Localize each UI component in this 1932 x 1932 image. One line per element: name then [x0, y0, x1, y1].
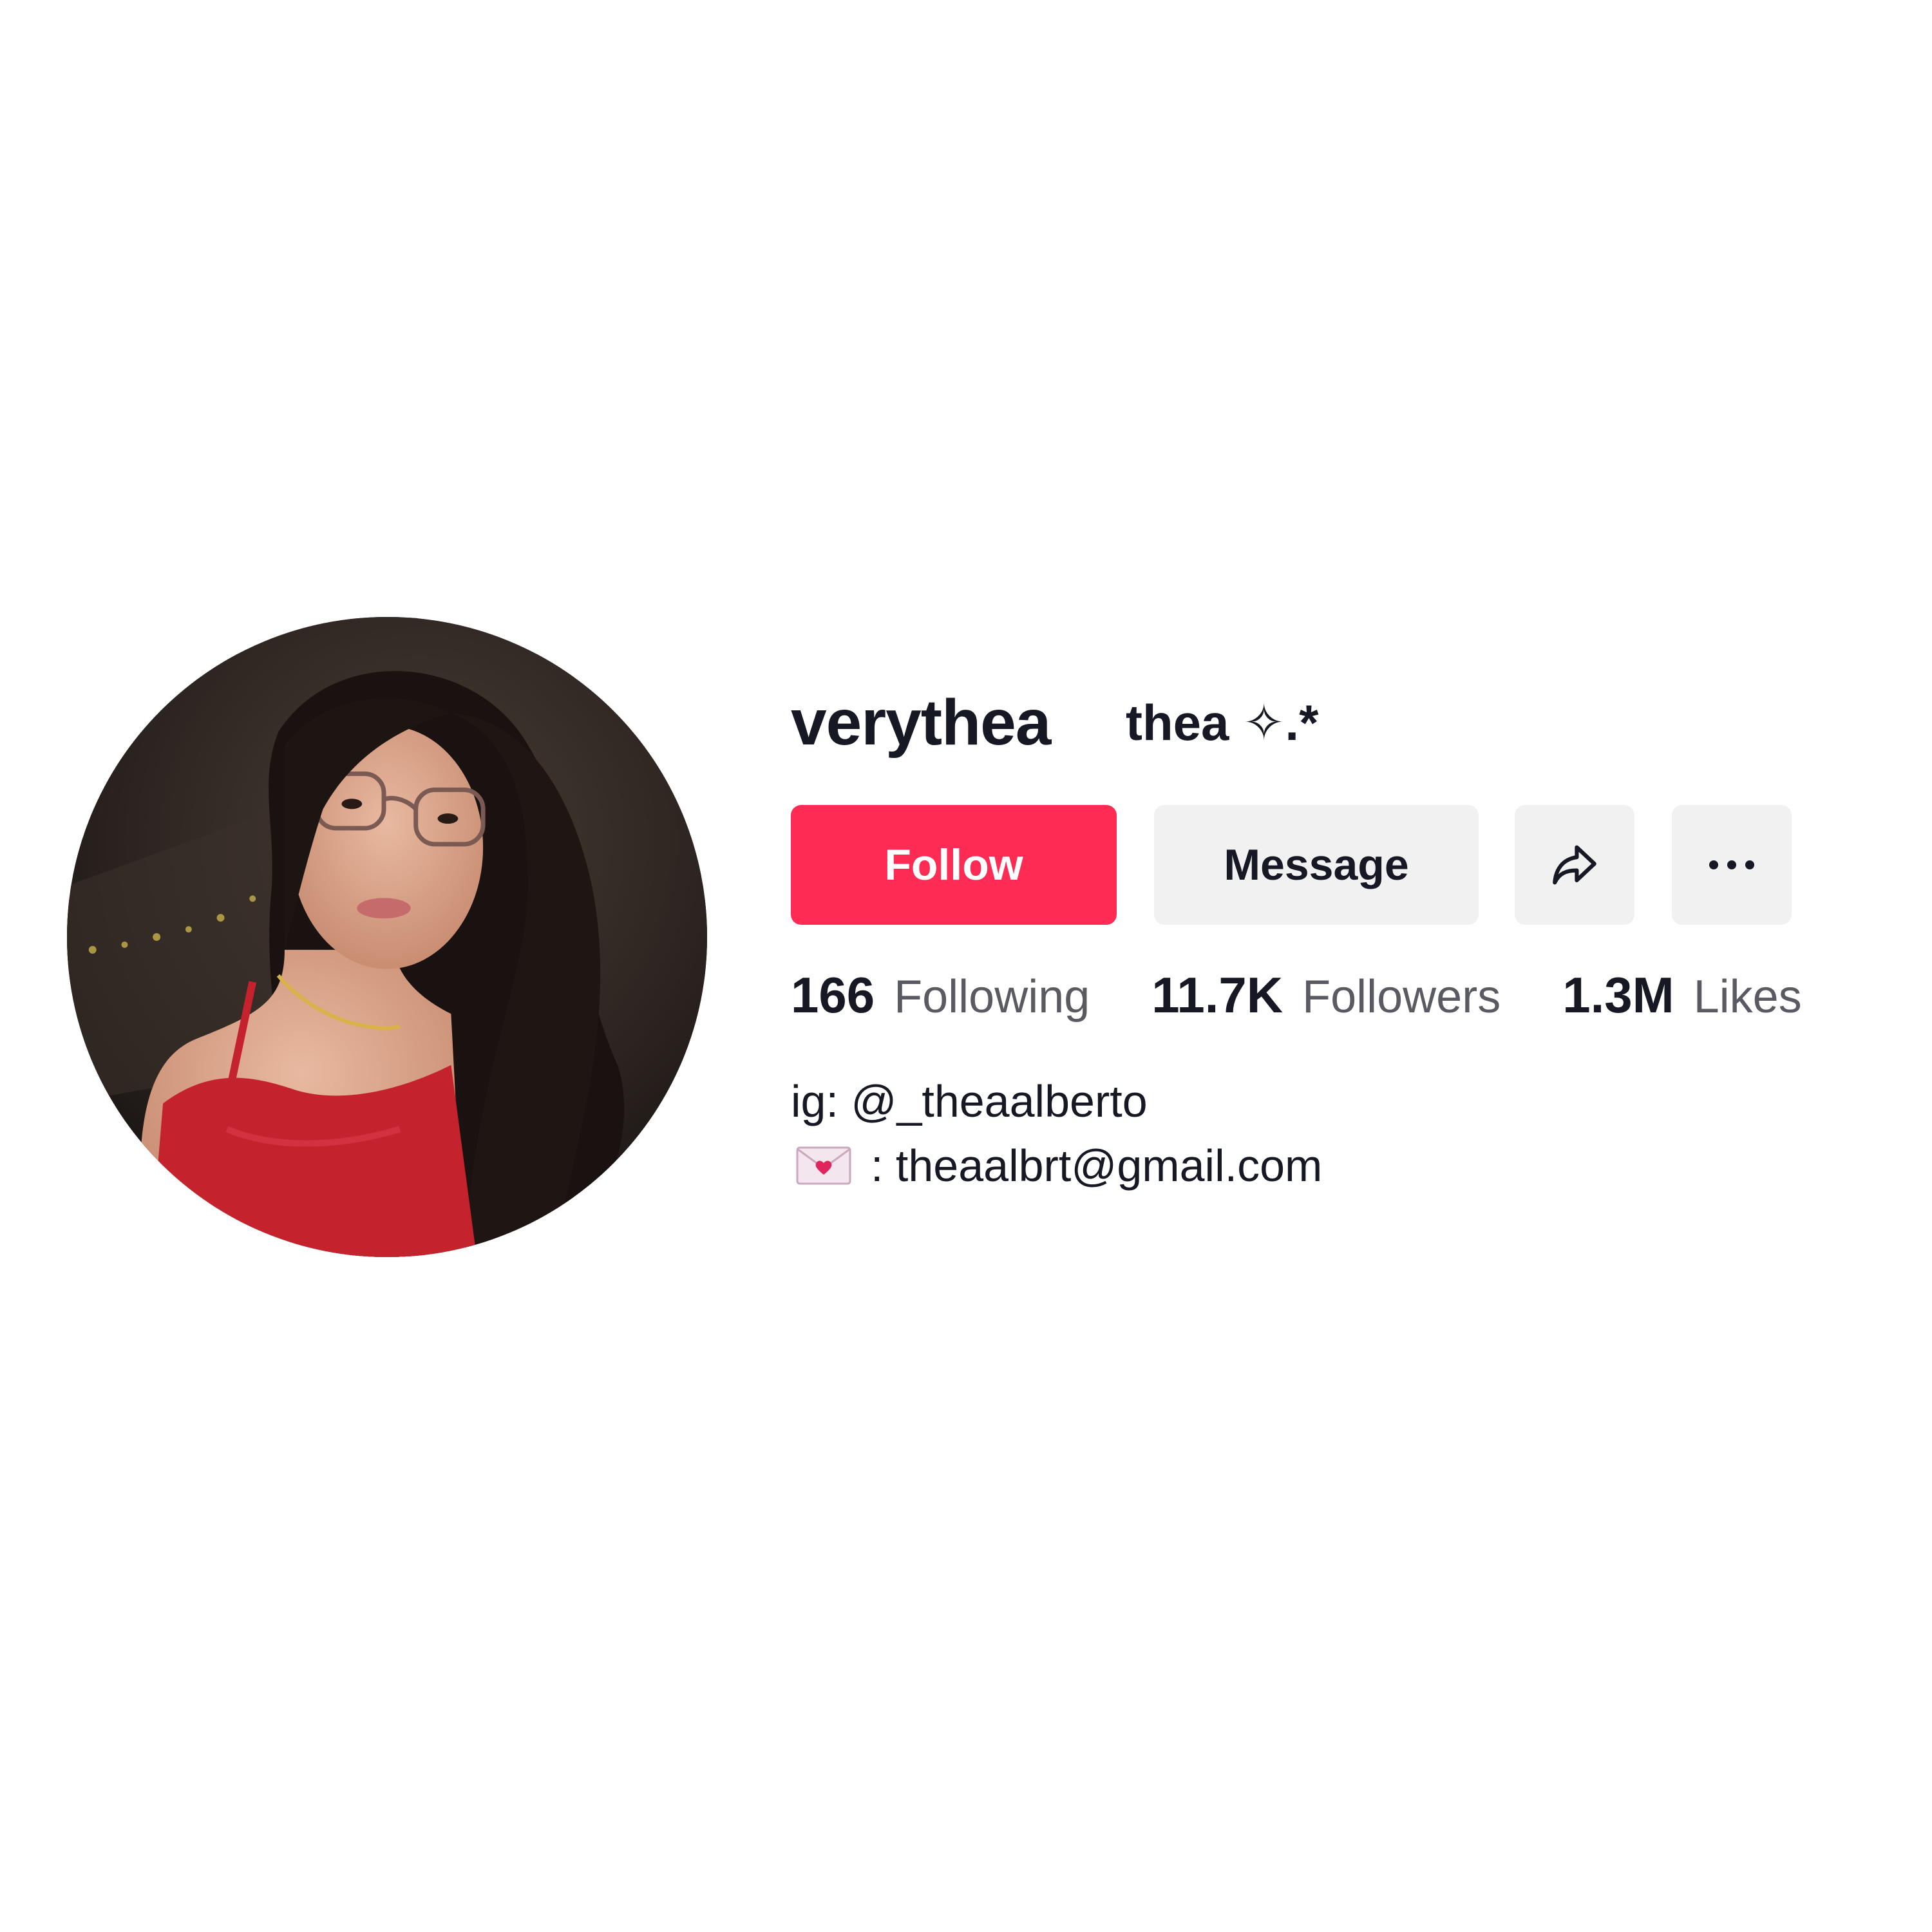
profile-header: verythea thea ✧.* Follow Message 166 Fol… — [0, 0, 1932, 1932]
message-button[interactable]: Message — [1154, 805, 1479, 925]
stat-followers[interactable]: 11.7K Followers — [1151, 966, 1501, 1025]
stat-following[interactable]: 166 Following — [791, 966, 1090, 1025]
share-arrow-icon — [1553, 845, 1596, 885]
likes-count: 1.3M — [1562, 967, 1674, 1023]
bio-email-text: : theaalbrt@gmail.com — [871, 1141, 1323, 1191]
bio-line-instagram: ig: @_theaalberto — [791, 1076, 1148, 1126]
bio: ig: @_theaalberto : theaalbrt@gmail.com — [791, 1069, 1322, 1198]
following-count: 166 — [791, 967, 875, 1023]
username: verythea — [791, 687, 1051, 759]
nickname: thea ✧.* — [1126, 694, 1319, 751]
following-label: Following — [894, 971, 1090, 1023]
stats-row: 166 Following 11.7K Followers 1.3M Likes — [791, 966, 1802, 1030]
avatar-image — [67, 617, 707, 1257]
followers-count: 11.7K — [1151, 967, 1283, 1023]
share-button[interactable] — [1515, 805, 1634, 925]
more-button[interactable] — [1672, 805, 1792, 925]
stat-likes: 1.3M Likes — [1562, 966, 1802, 1025]
avatar[interactable] — [67, 617, 707, 1257]
likes-label: Likes — [1693, 971, 1802, 1023]
more-dots-icon — [1709, 860, 1754, 869]
bio-line-email: : theaalbrt@gmail.com — [791, 1133, 1322, 1198]
followers-label: Followers — [1302, 971, 1501, 1023]
follow-button[interactable]: Follow — [791, 805, 1117, 925]
love-letter-icon — [796, 1146, 851, 1185]
